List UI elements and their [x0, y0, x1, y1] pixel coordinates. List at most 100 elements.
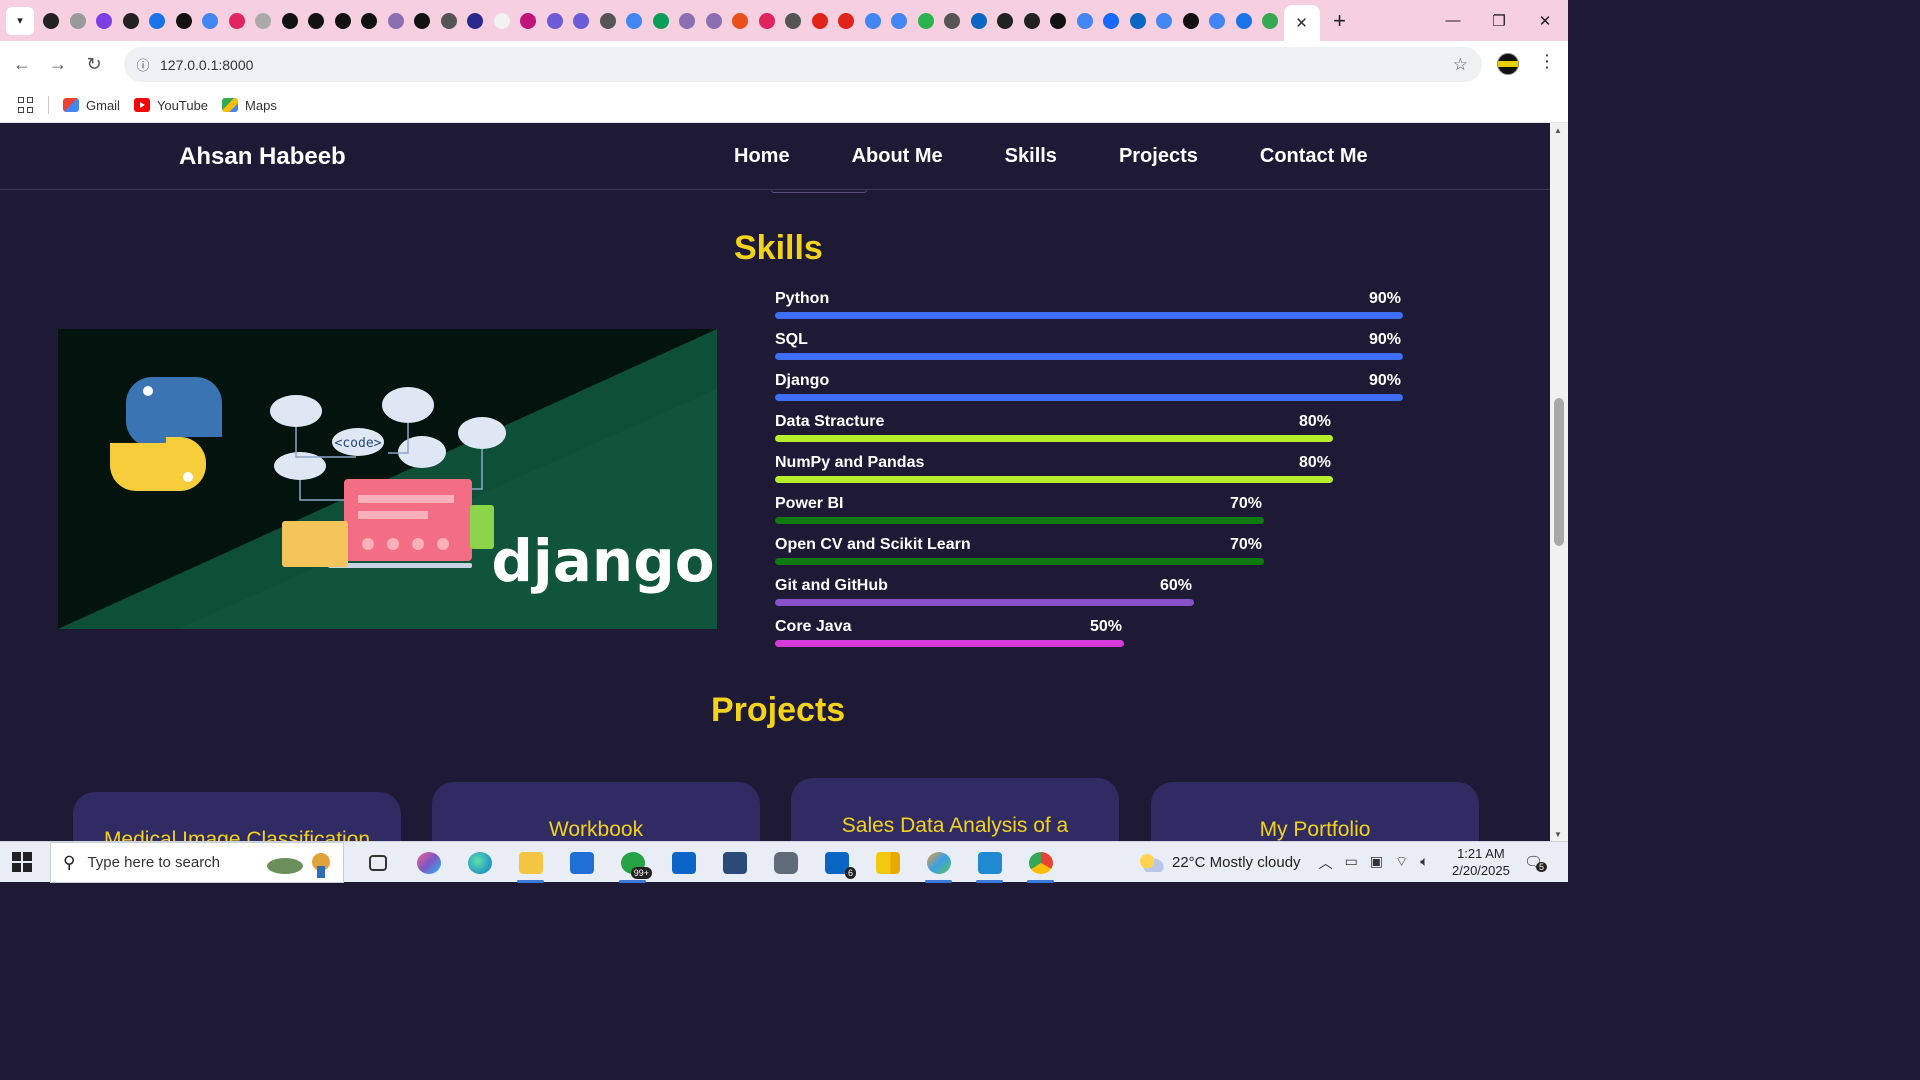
weather-cloudy-icon[interactable]	[1138, 853, 1164, 872]
tab-favicon[interactable]	[515, 0, 542, 41]
mail-icon[interactable]	[556, 842, 607, 883]
tab-favicon[interactable]	[1231, 0, 1258, 41]
edge-icon[interactable]	[454, 842, 505, 883]
tab-favicon[interactable]	[171, 0, 198, 41]
tab-favicon[interactable]	[38, 0, 65, 41]
tab-favicon[interactable]	[568, 0, 595, 41]
tab-favicon[interactable]	[727, 0, 754, 41]
tab-favicon[interactable]	[118, 0, 145, 41]
search-placeholder[interactable]: Type here to search	[87, 854, 220, 871]
tab-favicon[interactable]	[65, 0, 92, 41]
chrome-icon[interactable]	[1015, 842, 1066, 883]
tab-favicon[interactable]	[1098, 0, 1125, 41]
windows-start-icon[interactable]	[12, 852, 32, 872]
tab-favicon[interactable]	[1151, 0, 1178, 41]
tab-favicon[interactable]	[383, 0, 410, 41]
tab-favicon[interactable]	[754, 0, 781, 41]
paint-icon[interactable]	[913, 842, 964, 883]
tab-favicon[interactable]	[860, 0, 887, 41]
tab-favicon[interactable]	[1178, 0, 1205, 41]
meet-now-icon[interactable]: ▣	[1370, 853, 1383, 873]
nav-contact-me[interactable]: Contact Me	[1260, 145, 1368, 168]
tab-favicon[interactable]	[436, 0, 463, 41]
tab-favicon[interactable]	[303, 0, 330, 41]
camera-icon[interactable]	[760, 842, 811, 883]
notifications-icon[interactable]: 🗨︎ 5	[1524, 853, 1548, 872]
tab-favicon[interactable]	[648, 0, 675, 41]
volume-icon[interactable]: 🔈︎	[1420, 853, 1428, 873]
tab-favicon[interactable]	[1257, 0, 1284, 41]
tab-favicon[interactable]	[966, 0, 993, 41]
profile-avatar[interactable]	[1497, 53, 1519, 75]
tab-favicon[interactable]	[489, 0, 516, 41]
tab-favicon[interactable]	[1045, 0, 1072, 41]
address-bar[interactable]: ⓘ 127.0.0.1:8000 ☆	[124, 47, 1482, 82]
new-tab-button[interactable]: +	[1324, 5, 1356, 37]
linkedin-icon[interactable]: 6	[811, 842, 862, 883]
scrollbar-thumb[interactable]	[1554, 398, 1564, 546]
tab-favicon[interactable]	[224, 0, 251, 41]
close-tab-icon[interactable]: ✕	[1295, 14, 1308, 32]
site-info-icon[interactable]: ⓘ	[128, 55, 158, 74]
nav-about-me[interactable]: About Me	[852, 145, 943, 168]
project-card[interactable]: Workbook	[432, 782, 760, 841]
copilot-icon[interactable]	[403, 842, 454, 883]
chevron-up-icon[interactable]: ︿	[1319, 853, 1333, 873]
apps-grid-icon[interactable]	[18, 97, 34, 113]
tab-favicon[interactable]	[542, 0, 569, 41]
tab-favicon[interactable]	[780, 0, 807, 41]
bookmark-youtube[interactable]: YouTube	[133, 98, 208, 113]
tab-favicon[interactable]	[409, 0, 436, 41]
tab-favicon[interactable]	[913, 0, 940, 41]
tab-favicon[interactable]	[833, 0, 860, 41]
menu-kebab-icon[interactable]: ⋮	[1538, 51, 1556, 72]
bookmark-gmail[interactable]: Gmail	[63, 98, 120, 113]
tab-favicon[interactable]	[277, 0, 304, 41]
tab-favicon[interactable]	[807, 0, 834, 41]
page-scrollbar[interactable]: ▲ ▼	[1550, 123, 1568, 841]
tab-favicon[interactable]	[701, 0, 728, 41]
site-brand[interactable]: Ahsan Habeeb	[179, 143, 346, 171]
project-card[interactable]: My Portfolio	[1151, 782, 1479, 841]
tab-favicon[interactable]	[886, 0, 913, 41]
bookmark-maps[interactable]: Maps	[222, 98, 277, 113]
nav-skills[interactable]: Skills	[1005, 145, 1057, 168]
close-window-button[interactable]: ✕	[1522, 0, 1568, 41]
active-tab[interactable]: ✕	[1283, 5, 1320, 41]
tab-favicon[interactable]	[1125, 0, 1152, 41]
taskbar-clock[interactable]: 1:21 AM 2/20/2025	[1452, 845, 1510, 879]
power-bi-icon[interactable]	[862, 842, 913, 883]
tab-favicon[interactable]	[462, 0, 489, 41]
restore-button[interactable]: ❐	[1476, 0, 1522, 41]
project-card[interactable]: Medical Image Classification	[73, 792, 401, 841]
weather-text[interactable]: 22°C Mostly cloudy	[1172, 854, 1301, 871]
tab-favicon[interactable]	[621, 0, 648, 41]
tab-favicon[interactable]	[250, 0, 277, 41]
tab-favicon[interactable]	[330, 0, 357, 41]
file-explorer-icon[interactable]	[505, 842, 556, 883]
tab-favicon[interactable]	[1072, 0, 1099, 41]
tab-favicon[interactable]	[144, 0, 171, 41]
vscode-icon[interactable]	[964, 842, 1015, 883]
tab-favicon[interactable]	[197, 0, 224, 41]
battery-icon[interactable]: ▭	[1345, 853, 1358, 873]
tab-favicon[interactable]	[1204, 0, 1231, 41]
tab-favicon[interactable]	[939, 0, 966, 41]
tab-favicon[interactable]	[674, 0, 701, 41]
outlook-icon[interactable]	[658, 842, 709, 883]
url-text[interactable]: 127.0.0.1:8000	[160, 57, 253, 73]
tab-favicon[interactable]	[1019, 0, 1046, 41]
wifi-icon[interactable]: ⌔	[1395, 853, 1408, 873]
tab-favicon[interactable]	[356, 0, 383, 41]
tab-search-chevron-icon[interactable]: ▾	[6, 6, 34, 35]
nav-home[interactable]: Home	[734, 145, 790, 168]
scroll-down-icon[interactable]: ▼	[1554, 830, 1562, 839]
tab-favicon[interactable]	[91, 0, 118, 41]
nav-projects[interactable]: Projects	[1119, 145, 1198, 168]
whatsapp-icon[interactable]: 99+	[607, 842, 658, 883]
scroll-up-icon[interactable]: ▲	[1554, 126, 1562, 135]
project-card[interactable]: Sales Data Analysis of a	[791, 778, 1119, 841]
tab-favicon[interactable]	[992, 0, 1019, 41]
minimize-button[interactable]: —	[1430, 0, 1476, 41]
reload-icon[interactable]: ↻	[76, 47, 112, 83]
